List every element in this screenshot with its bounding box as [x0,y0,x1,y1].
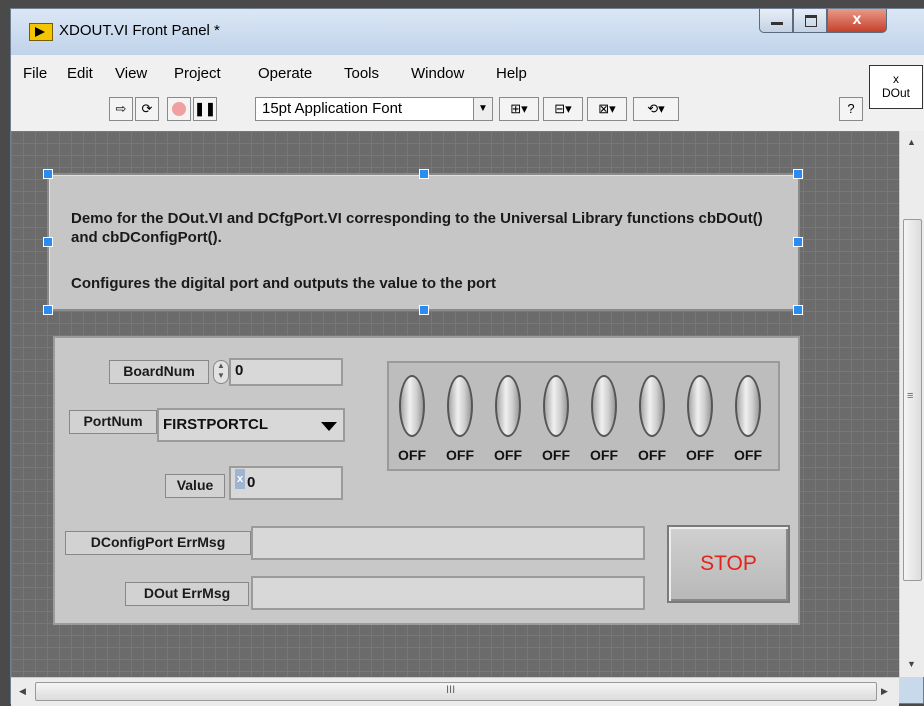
dropdown-arrow-icon [313,410,343,442]
bit-switch-state: OFF [398,447,426,463]
bit-switch[interactable] [735,375,761,437]
vi-icon-pane[interactable]: x DOut [869,65,923,109]
description-text: Demo for the DOut.VI and DCfgPort.VI cor… [71,210,763,246]
minimize-button[interactable] [759,9,793,33]
reorder-icon: ⟲▾ [647,101,665,116]
abort-button[interactable] [167,97,191,121]
minimize-icon [771,22,783,25]
run-button[interactable]: ⇨ [109,97,133,121]
bit-switch[interactable] [591,375,617,437]
dconfig-errmsg-indicator [251,526,645,560]
dout-errmsg-indicator [251,576,645,610]
font-selector[interactable]: 15pt Application Font ▼ [255,97,493,121]
align-objects-button[interactable]: ⊞▾ [499,97,539,121]
port-num-value: FIRSTPORTCL [163,416,268,433]
labview-app-icon [29,23,53,41]
pause-button[interactable]: ❚❚ [193,97,217,121]
description-box[interactable]: Demo for the DOut.VI and DCfgPort.VI cor… [47,173,800,311]
resize-handle[interactable] [419,169,429,179]
close-button[interactable]: x [827,9,887,33]
menu-help[interactable]: Help [496,65,527,82]
thumb-grip-icon: III [446,684,456,696]
resize-objects-button[interactable]: ⊠▾ [587,97,627,121]
value-number: 0 [247,474,256,491]
value-input[interactable]: x0 [229,466,343,500]
run-continuously-button[interactable]: ⟳ [135,97,159,121]
value-label: Value [165,474,225,498]
bit-switch[interactable] [687,375,713,437]
digital-bit-switches: OFF OFF OFF OFF OFF OFF OFF OFF [387,361,780,471]
font-selector-label: 15pt Application Font [262,100,403,117]
controls-panel: BoardNum ▲ ▼ 0 PortNum FIRSTPORTCL Value … [53,336,800,625]
resize-handle[interactable] [43,237,53,247]
maximize-button[interactable] [793,9,827,33]
board-num-increment-decrement[interactable]: ▲ ▼ [213,360,229,384]
resize-handle[interactable] [419,305,429,315]
resize-handle[interactable] [793,237,803,247]
menu-project[interactable]: Project [174,65,221,82]
dout-errmsg-label: DOut ErrMsg [125,582,249,606]
board-num-label: BoardNum [109,360,209,384]
bit-switch-state: OFF [590,447,618,463]
chevron-down-icon: ▼ [473,98,492,120]
resize-handle[interactable] [43,305,53,315]
bit-switch-state: OFF [542,447,570,463]
toolbar: ⇨ ⟳ ❚❚ 15pt Application Font ▼ ⊞▾ ⊟▾ ⊠▾ … [11,91,924,132]
bit-switch-state: OFF [446,447,474,463]
bit-switch-state: OFF [494,447,522,463]
resize-handle[interactable] [793,305,803,315]
bit-switch[interactable] [543,375,569,437]
menu-window[interactable]: Window [411,65,464,82]
bit-switch[interactable] [399,375,425,437]
vertical-scroll-thumb[interactable]: ≡ [903,219,922,581]
bit-switch-state: OFF [686,447,714,463]
front-panel-canvas[interactable]: Demo for the DOut.VI and DCfgPort.VI cor… [11,131,899,677]
scroll-right-icon[interactable]: ▶ [881,686,888,697]
menu-file[interactable]: File [23,65,47,82]
bit-switch[interactable] [447,375,473,437]
title-bar[interactable]: XDOUT.VI Front Panel * x [11,9,924,55]
menu-operate[interactable]: Operate [258,65,312,82]
run-arrow-icon: ⇨ [115,101,127,116]
reorder-button[interactable]: ⟲▾ [633,97,679,121]
scroll-up-icon[interactable]: ▲ [907,137,916,147]
distribute-icon: ⊟▾ [554,101,572,116]
stop-circle-icon [172,102,186,116]
resize-handle[interactable] [793,169,803,179]
vi-icon-line2: DOut [881,86,910,100]
pause-icon: ❚❚ [194,101,216,116]
scroll-left-icon[interactable]: ◀ [19,686,26,697]
description-text-2: Configures the digital port and outputs … [71,275,496,292]
hex-radix-indicator: x [235,469,245,489]
window-title: XDOUT.VI Front Panel * [59,22,220,39]
vertical-scrollbar[interactable]: ▲ ≡ ▼ [899,131,924,677]
menu-view[interactable]: View [115,65,147,82]
bit-switch-state: OFF [638,447,666,463]
resize-handle[interactable] [43,169,53,179]
scroll-down-icon[interactable]: ▼ [907,659,916,669]
board-num-input[interactable]: 0 [229,358,343,386]
align-icon: ⊞▾ [510,101,528,116]
menu-tools[interactable]: Tools [344,65,379,82]
bit-switch[interactable] [639,375,665,437]
stop-button[interactable]: STOP [667,525,790,603]
bit-switch[interactable] [495,375,521,437]
horizontal-scroll-thumb[interactable]: III [35,682,877,701]
front-panel-window: XDOUT.VI Front Panel * x File Edit View … [10,8,924,706]
run-continuously-icon: ⟳ [141,101,153,116]
port-num-label: PortNum [69,410,157,434]
menu-edit[interactable]: Edit [67,65,93,82]
bit-switch-state: OFF [734,447,762,463]
maximize-icon [805,15,817,27]
menu-bar: File Edit View Project Operate Tools Win… [11,55,924,91]
help-icon: ? [847,101,855,116]
horizontal-scrollbar[interactable]: ◀ III ▶ [11,677,899,706]
distribute-objects-button[interactable]: ⊟▾ [543,97,583,121]
context-help-button[interactable]: ? [839,97,863,121]
resize-icon: ⊠▾ [598,101,616,116]
dconfig-errmsg-label: DConfigPort ErrMsg [65,531,251,555]
vi-icon-line1: x [893,72,899,86]
port-num-dropdown[interactable]: FIRSTPORTCL [157,408,345,442]
thumb-grip-icon: ≡ [907,390,914,402]
